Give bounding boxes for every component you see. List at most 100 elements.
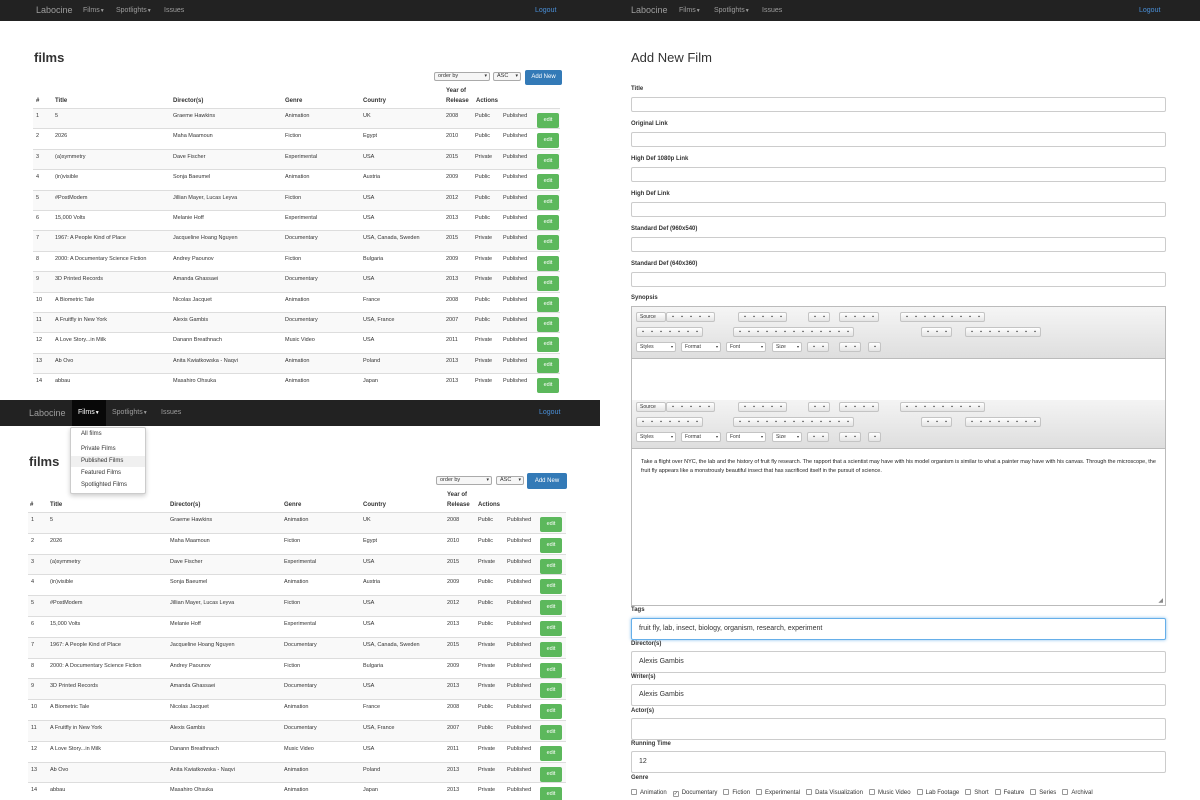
genre-checkbox-experimental[interactable]: Experimental	[756, 789, 800, 796]
checkbox-icon[interactable]	[916, 789, 923, 795]
link-icon[interactable]: ▪	[925, 329, 931, 335]
paste-text-icon[interactable]: ▪	[769, 314, 775, 320]
logout-link[interactable]: Logout	[1139, 0, 1160, 21]
sd960-link-input[interactable]	[631, 237, 1166, 252]
writers-input[interactable]: Alexis Gambis	[631, 684, 1166, 706]
menu-item-spotlighted-films[interactable]: Spotlighted Films	[71, 480, 145, 491]
div-icon[interactable]: ▪	[782, 419, 788, 425]
align-left-icon[interactable]: ▪	[791, 419, 797, 425]
order-by-select[interactable]: order by	[434, 72, 490, 81]
imagebutton-icon[interactable]: ▪	[967, 314, 973, 320]
nav-spotlights[interactable]: Spotlights▼	[714, 0, 750, 22]
source-button[interactable]: Source	[640, 404, 656, 410]
edit-button[interactable]: edit	[537, 174, 559, 190]
find-icon[interactable]: ▪	[843, 314, 849, 320]
edit-button[interactable]: edit	[537, 133, 559, 149]
anchor-icon[interactable]: ▪	[943, 329, 949, 335]
paste-word-icon[interactable]: ▪	[778, 314, 784, 320]
underline-icon[interactable]: ▪	[658, 419, 664, 425]
menu-item-published-films[interactable]: Published Films	[71, 456, 145, 467]
show-blocks-icon[interactable]: ▪	[852, 344, 858, 350]
font-combo[interactable]: Font	[726, 342, 766, 352]
table-icon[interactable]: ▪	[987, 329, 993, 335]
numbered-list-icon[interactable]: ▪	[737, 419, 743, 425]
form-icon[interactable]: ▪	[904, 314, 910, 320]
rtl-icon[interactable]: ▪	[836, 419, 842, 425]
resize-handle-icon[interactable]: ◢	[1158, 597, 1163, 604]
edit-button[interactable]: edit	[540, 766, 562, 782]
align-left-icon[interactable]: ▪	[791, 329, 797, 335]
edit-button[interactable]: edit	[537, 276, 559, 292]
cut-icon[interactable]: ▪	[742, 314, 748, 320]
radio-icon[interactable]: ▪	[922, 314, 928, 320]
running-time-input[interactable]: 12	[631, 751, 1166, 773]
bulleted-list-icon[interactable]: ▪	[746, 329, 752, 335]
checkbox-icon[interactable]	[1030, 789, 1037, 795]
spellcheck-icon[interactable]: ▪	[870, 404, 876, 410]
help-icon[interactable]: ▪	[872, 344, 878, 350]
select-icon[interactable]: ▪	[949, 404, 955, 410]
smiley-icon[interactable]: ▪	[1005, 419, 1011, 425]
edit-button[interactable]: edit	[540, 579, 562, 595]
edit-button[interactable]: edit	[540, 662, 562, 678]
maximize-icon[interactable]: ▪	[843, 434, 849, 440]
size-combo[interactable]: Size	[772, 432, 802, 442]
checkbox-icon[interactable]: ▪	[913, 404, 919, 410]
unlink-icon[interactable]: ▪	[934, 329, 940, 335]
remove-format-icon[interactable]: ▪	[694, 329, 700, 335]
edit-button[interactable]: edit	[540, 787, 562, 800]
synopsis-editor[interactable]: Source ▪ ▪ ▪ ▪ ▪ ▪ ▪ ▪ ▪ ▪ ▪ ▪ ▪ ▪ ▪ ▪ ▪ ▪ ▪ ▪ ▪ ▪ ▪ ▪ ▪ ▪ ▪ ▪ ▪ ▪ ▪ ▪ ▪ ▪…	[631, 400, 1166, 606]
link-icon[interactable]: ▪	[925, 419, 931, 425]
button-icon[interactable]: ▪	[958, 314, 964, 320]
image-icon[interactable]: ▪	[969, 419, 975, 425]
nav-spotlights[interactable]: Spotlights▼	[112, 400, 148, 426]
unlink-icon[interactable]: ▪	[934, 419, 940, 425]
redo-icon[interactable]: ▪	[821, 404, 827, 410]
edit-button[interactable]: edit	[537, 255, 559, 271]
edit-button[interactable]: edit	[537, 337, 559, 353]
find-icon[interactable]: ▪	[843, 404, 849, 410]
paste-text-icon[interactable]: ▪	[769, 404, 775, 410]
ltr-icon[interactable]: ▪	[827, 329, 833, 335]
edit-button[interactable]: edit	[537, 378, 559, 394]
checkbox-icon[interactable]	[756, 789, 763, 795]
new-page-icon[interactable]: ▪	[679, 404, 685, 410]
replace-icon[interactable]: ▪	[852, 404, 858, 410]
imagebutton-icon[interactable]: ▪	[967, 404, 973, 410]
nav-issues[interactable]: Issues	[762, 0, 782, 21]
cut-icon[interactable]: ▪	[742, 404, 748, 410]
genre-checkbox-data-visualization[interactable]: Data Visualization	[806, 789, 863, 796]
edit-button[interactable]: edit	[540, 745, 562, 761]
actors-input[interactable]	[631, 718, 1166, 740]
outdent-icon[interactable]: ▪	[755, 419, 761, 425]
styles-combo[interactable]: Styles	[636, 342, 676, 352]
edit-button[interactable]: edit	[540, 704, 562, 720]
menu-item-all-films[interactable]: All films	[71, 429, 145, 440]
checkbox-icon[interactable]	[965, 789, 972, 795]
genre-checkbox-lab-footage[interactable]: Lab Footage	[916, 789, 959, 796]
bg-color-icon[interactable]: ▪	[820, 344, 826, 350]
preview-icon[interactable]: ▪	[688, 314, 694, 320]
original-link-input[interactable]	[631, 132, 1166, 147]
select-icon[interactable]: ▪	[949, 314, 955, 320]
nav-issues[interactable]: Issues	[164, 0, 184, 21]
directors-input[interactable]: Alexis Gambis	[631, 651, 1166, 673]
edit-button[interactable]: edit	[540, 683, 562, 699]
add-new-button[interactable]: Add New	[525, 70, 562, 85]
paste-icon[interactable]: ▪	[760, 314, 766, 320]
genre-checkbox-feature[interactable]: Feature	[994, 789, 1024, 796]
div-icon[interactable]: ▪	[782, 329, 788, 335]
image-icon[interactable]: ▪	[969, 329, 975, 335]
menu-item-featured-films[interactable]: Featured Films	[71, 468, 145, 479]
edit-button[interactable]: edit	[537, 113, 559, 128]
special-char-icon[interactable]: ▪	[1014, 419, 1020, 425]
undo-icon[interactable]: ▪	[812, 314, 818, 320]
checkbox-icon[interactable]	[1062, 789, 1069, 795]
underline-icon[interactable]: ▪	[658, 329, 664, 335]
menu-item-private-films[interactable]: Private Films	[71, 444, 145, 455]
text-color-icon[interactable]: ▪	[811, 434, 817, 440]
indent-icon[interactable]: ▪	[764, 419, 770, 425]
language-icon[interactable]: ▪	[845, 329, 851, 335]
anchor-icon[interactable]: ▪	[943, 419, 949, 425]
justify-icon[interactable]: ▪	[818, 419, 824, 425]
